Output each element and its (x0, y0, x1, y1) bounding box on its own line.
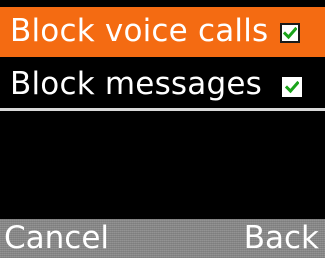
cancel-softkey[interactable]: Cancel (4, 219, 109, 258)
menu-item-label: Block messages (10, 66, 262, 102)
menu-item-block-messages[interactable]: Block messages (0, 60, 325, 111)
screen: Block voice calls Block messages Cancel … (0, 0, 325, 258)
menu-item-block-voice-calls[interactable]: Block voice calls (0, 7, 325, 57)
checkbox-checked-icon[interactable] (280, 23, 300, 43)
back-softkey[interactable]: Back (244, 219, 319, 258)
checkbox-checked-icon[interactable] (282, 77, 302, 97)
softkey-bar: Cancel Back (0, 219, 325, 258)
menu-item-label: Block voice calls (10, 13, 269, 49)
